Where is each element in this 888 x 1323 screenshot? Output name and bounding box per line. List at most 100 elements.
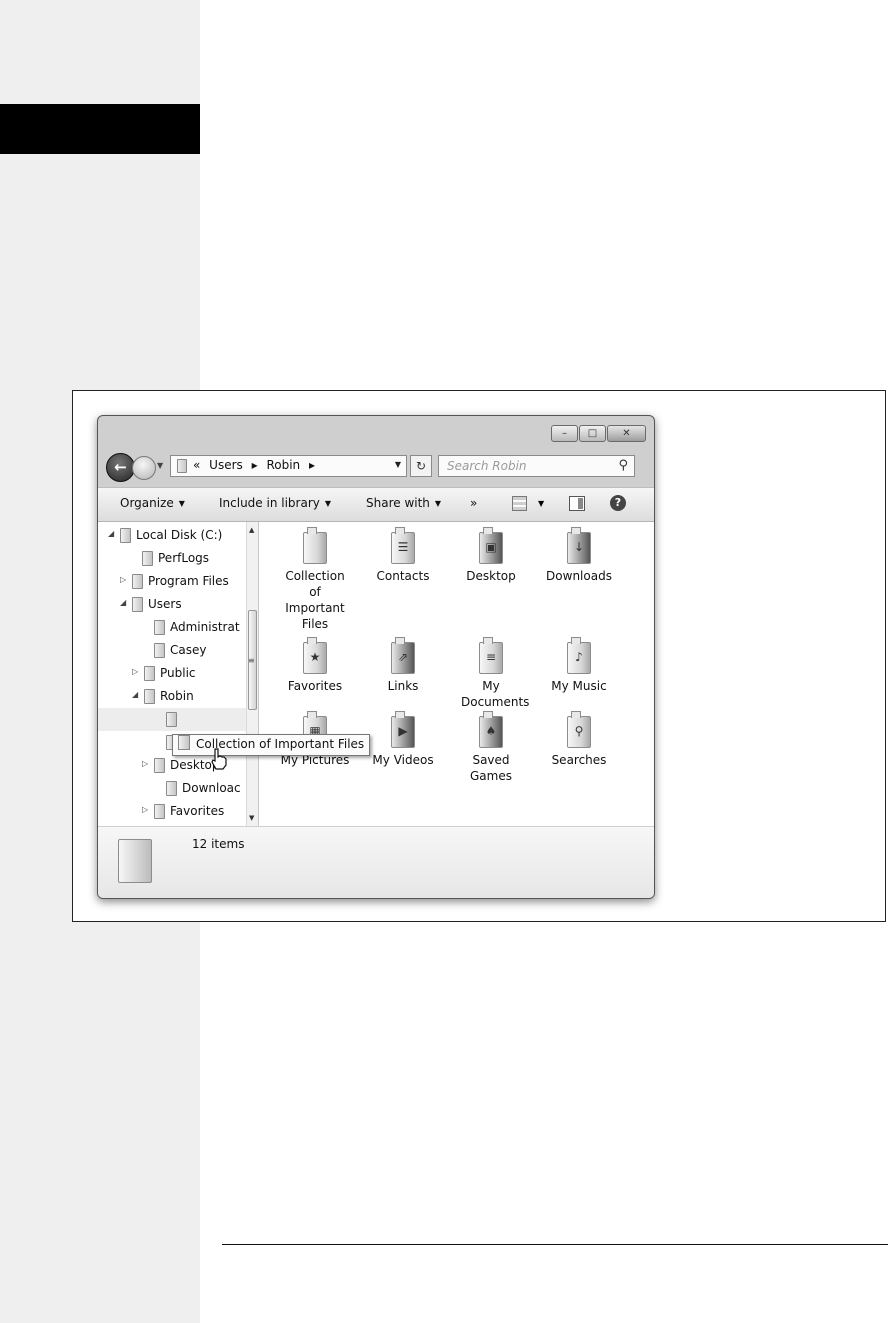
minimize-button[interactable]: –: [551, 425, 578, 442]
tree-item[interactable]: [98, 708, 258, 731]
more-commands-button[interactable]: »: [470, 496, 477, 510]
nav-scrollbar[interactable]: ▲ ≡ ▼: [246, 522, 258, 826]
folder-icon: [142, 551, 153, 566]
breadcrumb-separator[interactable]: ▸: [252, 458, 258, 472]
tree-expander-icon[interactable]: ◢: [132, 690, 138, 699]
folder-item-label: Contacts: [376, 569, 430, 583]
tree-item[interactable]: ◢ Users: [98, 593, 258, 616]
share-with-button[interactable]: Share with ▼: [366, 496, 441, 510]
tree-item-label: Robin: [160, 689, 194, 703]
breadcrumb-separator[interactable]: ▸: [309, 458, 315, 472]
file-list: Collection of Important Files ☰ Contacts ▣ D…: [259, 522, 654, 826]
view-options-dropdown[interactable]: ▼: [538, 499, 544, 508]
music-icon: ♪: [567, 637, 591, 674]
breadcrumb: « Users ▸ Robin ▸: [193, 458, 320, 472]
help-icon[interactable]: ?: [610, 495, 626, 511]
tree-item-label: Downloac: [182, 781, 241, 795]
address-bar[interactable]: « Users ▸ Robin ▸ ▼: [170, 455, 407, 477]
folder-item[interactable]: ≡ My Documents: [447, 637, 535, 710]
tree-item-label: Administrat: [170, 620, 240, 634]
grip-icon: ≡: [248, 656, 255, 665]
tree-expander-icon[interactable]: ▷: [142, 759, 148, 768]
close-icon: ✕: [622, 428, 631, 439]
folder-item-label: Collection of Important Files: [285, 569, 345, 631]
tree-item[interactable]: PerfLogs: [98, 547, 258, 570]
back-arrow-icon: ←: [114, 458, 127, 476]
documents-icon: ≡: [479, 637, 503, 674]
tree-expander-icon[interactable]: ▷: [142, 805, 148, 814]
tree-expander-icon[interactable]: ▷: [132, 667, 138, 676]
item-count: 12 items: [192, 837, 245, 851]
hand-cursor-icon: [211, 748, 227, 770]
folder-item-label: My Videos: [372, 753, 434, 767]
videos-icon: ▶: [391, 711, 415, 748]
details-pane: 12 items: [98, 826, 654, 898]
folder-icon: [303, 527, 327, 564]
chevron-down-icon: ▼: [434, 499, 442, 508]
forward-button[interactable]: [132, 456, 156, 480]
folder-item[interactable]: ♪ My Music: [535, 637, 623, 694]
scroll-down-icon[interactable]: ▼: [249, 814, 254, 822]
downloads-icon: [166, 781, 177, 796]
downloads-icon: ↓: [567, 527, 591, 564]
refresh-button[interactable]: ↻: [410, 455, 432, 477]
figure-frame: – □ ✕ ← ▼ « Users ▸ Robin ▸ ▼ ↻ Search R…: [72, 390, 886, 922]
organize-button[interactable]: Organize ▼: [120, 496, 185, 510]
searches-icon: ⚲: [567, 711, 591, 748]
tree-item[interactable]: Casey: [98, 639, 258, 662]
folder-icon: [166, 712, 177, 727]
include-in-library-button[interactable]: Include in library ▼: [219, 496, 331, 510]
tree-item[interactable]: Administrat: [98, 616, 258, 639]
folder-item-label: Desktop: [466, 569, 516, 583]
folder-item-label: Favorites: [287, 679, 343, 693]
recent-pages-dropdown[interactable]: ▼: [157, 461, 163, 470]
folder-item[interactable]: ⚲ Searches: [535, 711, 623, 768]
chevron-down-icon: ▼: [178, 499, 185, 508]
breadcrumb-robin[interactable]: Robin: [266, 458, 300, 472]
search-placeholder: Search Robin: [447, 459, 527, 473]
close-button[interactable]: ✕: [607, 425, 646, 442]
organize-label: Organize: [120, 496, 174, 510]
links-icon: ⇗: [391, 637, 415, 674]
tree-item[interactable]: ▷ Public: [98, 662, 258, 685]
folder-item[interactable]: Collection of Important Files: [271, 527, 359, 632]
chevron-down-icon: ▼: [324, 499, 332, 508]
desktop-icon: ▣: [479, 527, 503, 564]
search-icon[interactable]: ⚲: [618, 458, 628, 473]
tree-item[interactable]: ▷ Program Files: [98, 570, 258, 593]
folder-item-label: Searches: [551, 753, 607, 767]
chapter-tab: [0, 104, 200, 154]
tree-item[interactable]: Downloac: [98, 777, 258, 800]
tree-item-label: Program Files: [148, 574, 229, 588]
folder-item[interactable]: ☰ Contacts: [359, 527, 447, 584]
change-view-icon[interactable]: [512, 496, 527, 511]
tree-expander-icon[interactable]: ◢: [108, 529, 114, 538]
folder-item[interactable]: ▣ Desktop: [447, 527, 535, 584]
tree-item-label: Local Disk (C:): [136, 528, 223, 542]
tree-expander-icon[interactable]: ▷: [120, 575, 126, 584]
drag-tooltip: Collection of Important Files: [172, 734, 371, 756]
tree-expander-icon[interactable]: ◢: [120, 598, 126, 607]
preview-pane-icon[interactable]: [569, 496, 585, 511]
breadcrumb-users[interactable]: Users: [209, 458, 243, 472]
share-with-label: Share with: [366, 496, 430, 510]
scroll-up-icon[interactable]: ▲: [249, 526, 254, 534]
tree-item[interactable]: ◢ Local Disk (C:): [98, 524, 258, 547]
folder-icon: [132, 597, 143, 612]
search-input[interactable]: Search Robin ⚲: [438, 455, 635, 477]
folder-item[interactable]: ⇗ Links: [359, 637, 447, 694]
folder-item[interactable]: ♠ Saved Games: [447, 711, 535, 784]
tree-item[interactable]: ◢ Robin: [98, 685, 258, 708]
breadcrumb-overflow[interactable]: «: [193, 458, 200, 472]
maximize-button[interactable]: □: [579, 425, 606, 442]
back-button[interactable]: ←: [106, 453, 135, 482]
tree-item[interactable]: ▷ Desktop: [98, 754, 258, 777]
address-dropdown-icon[interactable]: ▼: [395, 460, 401, 469]
folder-item[interactable]: ★ Favorites: [271, 637, 359, 694]
tree-item[interactable]: ▷ Favorites: [98, 800, 258, 823]
folder-item[interactable]: ↓ Downloads: [535, 527, 623, 584]
folder-item[interactable]: ▶ My Videos: [359, 711, 447, 768]
folder-item-label: My Music: [551, 679, 607, 693]
tree-item-label: Users: [148, 597, 182, 611]
tree-item-label: Favorites: [170, 804, 225, 818]
